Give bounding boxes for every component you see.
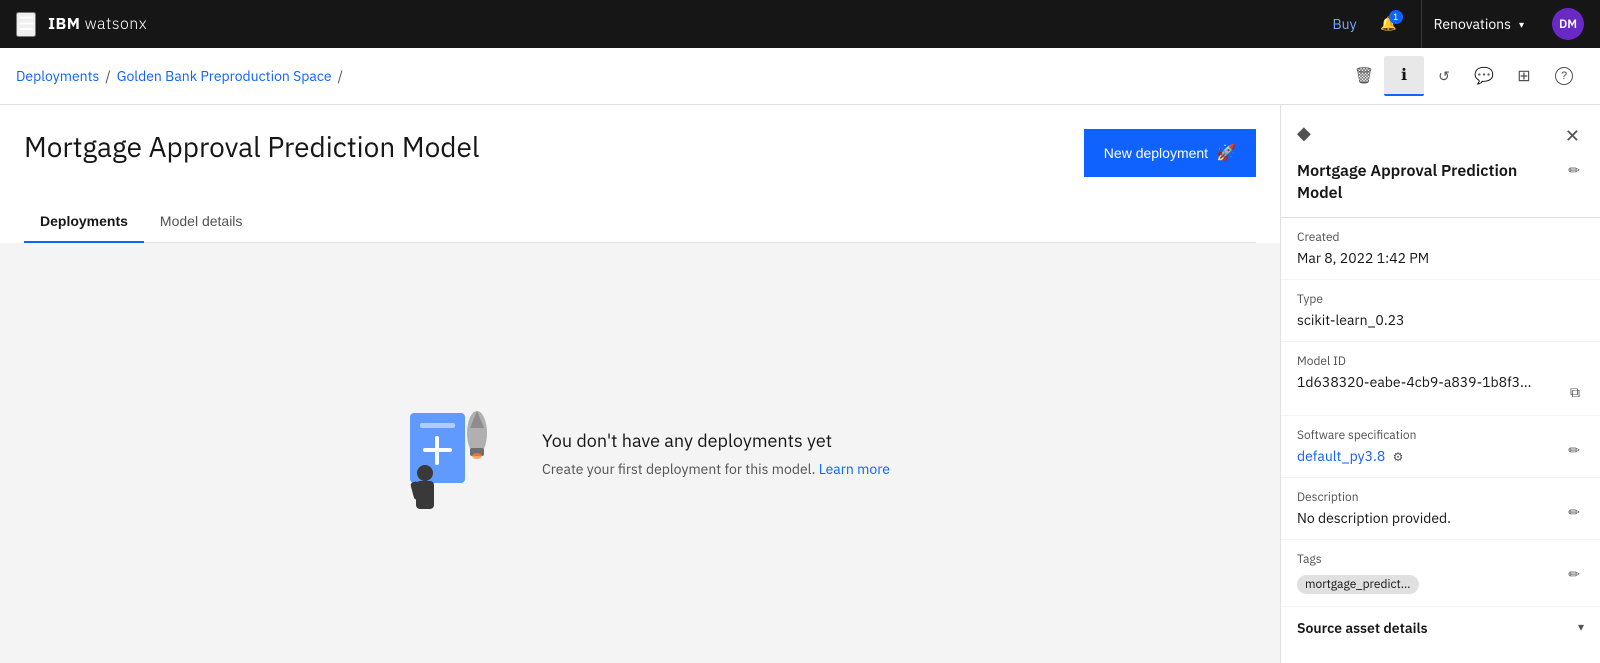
notification-button[interactable]: 🔔 1 <box>1373 8 1405 40</box>
breadcrumb-deployments[interactable]: Deployments <box>16 67 99 85</box>
history-button[interactable]: ↺ <box>1424 56 1464 96</box>
ibm-logo: IBM watsonx <box>48 14 147 34</box>
toolbar-icons: 🗑 ℹ ↺ 💬 ⊞ ? <box>1344 56 1584 96</box>
empty-state-heading: You don't have any deployments yet <box>542 429 890 452</box>
chevron-down-icon: ▾ <box>1578 620 1584 635</box>
navbar-right: Buy 🔔 1 Renovations ▾ DM <box>1332 0 1584 48</box>
diamond-icon: ◆ <box>1297 121 1311 144</box>
panel-model-id-section: Model ID 1d638320-eabe-4cb9-a839-1b8f3..… <box>1281 342 1600 416</box>
tags-row: Tags mortgage_predict... ✏ <box>1297 552 1584 594</box>
type-label: Type <box>1297 292 1584 307</box>
history-icon: ↺ <box>1438 68 1450 85</box>
settings-icon: ⚙ <box>1393 450 1404 465</box>
software-spec-label: Software specification <box>1297 428 1416 443</box>
description-label: Description <box>1297 490 1451 505</box>
description-value: No description provided. <box>1297 509 1451 527</box>
grid-button[interactable]: ⊞ <box>1504 56 1544 96</box>
comment-button[interactable]: 💬 <box>1464 56 1504 96</box>
panel-type-section: Type scikit-learn_0.23 <box>1281 280 1600 342</box>
info-icon: ℹ <box>1401 65 1407 85</box>
right-panel: ◆ ✕ Mortgage Approval Prediction Model ✏… <box>1280 105 1600 663</box>
panel-software-spec-section: Software specification default_py3.8 ⚙ ✏ <box>1281 416 1600 478</box>
tag-item: mortgage_predict... <box>1297 575 1419 594</box>
avatar[interactable]: DM <box>1552 8 1584 40</box>
delete-button[interactable]: 🗑 <box>1344 56 1384 96</box>
panel-close-button[interactable]: ✕ <box>1561 122 1584 151</box>
menu-button[interactable]: ☰ <box>16 12 36 37</box>
type-value: scikit-learn_0.23 <box>1297 311 1584 329</box>
page-header: Mortgage Approval Prediction Model New d… <box>24 129 1256 177</box>
empty-state-illustration <box>390 383 510 523</box>
created-value: Mar 8, 2022 1:42 PM <box>1297 249 1584 267</box>
breadcrumb-separator2: / <box>338 67 343 85</box>
workspace-name: Renovations <box>1434 15 1511 33</box>
breadcrumb-space[interactable]: Golden Bank Preproduction Space <box>117 67 332 85</box>
panel-tags-section: Tags mortgage_predict... ✏ <box>1281 540 1600 607</box>
new-deployment-button[interactable]: New deployment 🚀 <box>1084 129 1256 177</box>
model-id-row: Model ID 1d638320-eabe-4cb9-a839-1b8f3..… <box>1297 354 1584 403</box>
model-id-copy-button[interactable]: ⧉ <box>1566 382 1584 403</box>
model-id-label: Model ID <box>1297 354 1531 369</box>
description-row: Description No description provided. ✏ <box>1297 490 1584 527</box>
help-icon: ? <box>1555 67 1573 85</box>
workspace-selector[interactable]: Renovations ▾ <box>1421 0 1536 48</box>
software-spec-link[interactable]: default_py3.8 <box>1297 447 1385 465</box>
comment-icon: 💬 <box>1474 66 1494 86</box>
rocket-icon: 🚀 <box>1216 143 1236 163</box>
navbar-left: ☰ IBM watsonx <box>16 12 147 37</box>
software-spec-row: Software specification default_py3.8 ⚙ ✏ <box>1297 428 1584 465</box>
tags-label: Tags <box>1297 552 1419 567</box>
model-id-value: 1d638320-eabe-4cb9-a839-1b8f3... <box>1297 373 1531 391</box>
panel-title-edit-button[interactable]: ✏ <box>1564 160 1584 181</box>
grid-icon: ⊞ <box>1517 66 1530 86</box>
breadcrumb-separator: / <box>105 67 110 85</box>
panel-top-row: ◆ ✕ <box>1281 105 1600 160</box>
empty-state-description: Create your first deployment for this mo… <box>542 460 890 478</box>
new-deployment-label: New deployment <box>1104 145 1208 161</box>
software-spec-edit-button[interactable]: ✏ <box>1564 440 1584 461</box>
chevron-down-icon: ▾ <box>1519 18 1524 31</box>
panel-title: Mortgage Approval Prediction Model <box>1297 160 1564 205</box>
source-asset-section[interactable]: Source asset details ▾ <box>1281 607 1600 649</box>
empty-state-inner: You don't have any deployments yet Creat… <box>390 383 890 523</box>
learn-more-link[interactable]: Learn more <box>819 460 890 478</box>
tabs: Deployments Model details <box>24 201 1256 243</box>
breadcrumb-bar: Deployments / Golden Bank Preproduction … <box>0 48 1600 105</box>
info-button[interactable]: ℹ <box>1384 56 1424 96</box>
navbar: ☰ IBM watsonx Buy 🔔 1 Renovations ▾ DM <box>0 0 1600 48</box>
empty-state: You don't have any deployments yet Creat… <box>0 243 1280 663</box>
software-spec-value: default_py3.8 ⚙ <box>1297 447 1416 465</box>
source-asset-title: Source asset details <box>1297 619 1428 637</box>
content-area: Mortgage Approval Prediction Model New d… <box>0 105 1280 663</box>
breadcrumb: Deployments / Golden Bank Preproduction … <box>16 67 343 85</box>
buy-link[interactable]: Buy <box>1332 15 1356 33</box>
empty-state-text: You don't have any deployments yet Creat… <box>542 429 890 478</box>
panel-created-section: Created Mar 8, 2022 1:42 PM <box>1281 218 1600 280</box>
help-button[interactable]: ? <box>1544 56 1584 96</box>
main-layout: Mortgage Approval Prediction Model New d… <box>0 105 1600 663</box>
tab-deployments[interactable]: Deployments <box>24 201 144 243</box>
tab-model-details[interactable]: Model details <box>144 201 259 243</box>
panel-description-section: Description No description provided. ✏ <box>1281 478 1600 540</box>
notification-badge: 1 <box>1389 10 1403 24</box>
description-edit-button[interactable]: ✏ <box>1564 502 1584 523</box>
page-title: Mortgage Approval Prediction Model <box>24 129 480 164</box>
tags-edit-button[interactable]: ✏ <box>1564 564 1584 585</box>
created-label: Created <box>1297 230 1584 245</box>
trash-icon: 🗑 <box>1354 66 1374 86</box>
